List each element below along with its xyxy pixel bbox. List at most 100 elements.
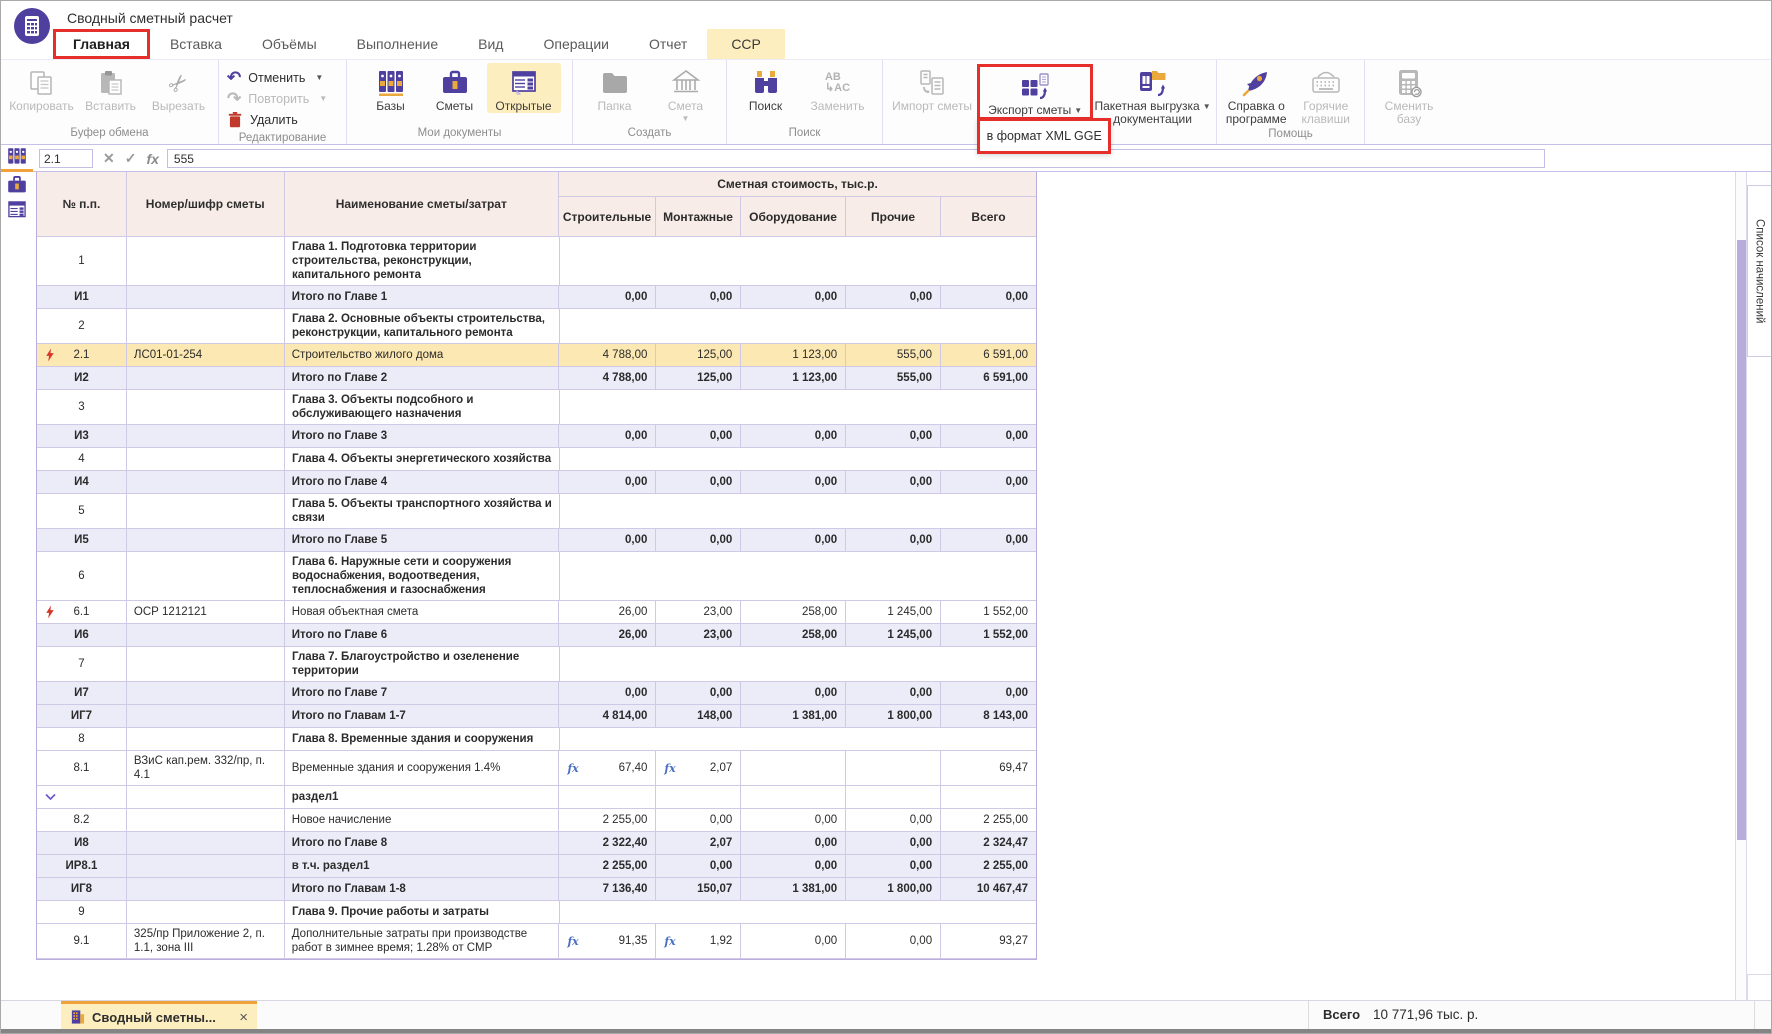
row-num-cell[interactable]: 8 — [37, 728, 127, 751]
estimate-code-cell[interactable] — [127, 786, 285, 809]
close-tab-icon[interactable]: × — [239, 1009, 248, 1026]
value-cell[interactable]: 1 123,00 — [741, 367, 846, 390]
estimate-code-cell[interactable]: ЛС01-01-254 — [127, 344, 285, 367]
value-cell[interactable]: 1 800,00 — [846, 878, 941, 901]
estimate-code-cell[interactable] — [127, 855, 285, 878]
estimate-name-cell[interactable]: в т.ч. раздел1 — [285, 855, 560, 878]
value-cell[interactable]: 2 324,47 — [941, 832, 1036, 855]
row-num-cell[interactable]: 8.2 — [37, 809, 127, 832]
estimate-code-cell[interactable] — [127, 901, 285, 924]
value-cell[interactable]: fx91,35 — [559, 924, 656, 959]
value-cell[interactable]: 148,00 — [656, 705, 741, 728]
estimate-code-cell[interactable] — [127, 647, 285, 682]
value-cell[interactable]: 4 788,00 — [559, 367, 656, 390]
value-cell[interactable]: 4 814,00 — [559, 705, 656, 728]
search-button[interactable]: Поиск — [733, 63, 799, 113]
undo-button[interactable]: ↶ Отменить ▼ — [223, 67, 342, 88]
estimate-name-cell[interactable]: Глава 2. Основные объекты строительства,… — [285, 309, 560, 344]
value-cell[interactable]: 2 255,00 — [559, 809, 656, 832]
row-num-cell[interactable]: ИГ8 — [37, 878, 127, 901]
chevron-down-icon[interactable]: ▼ — [319, 94, 327, 103]
row-num-cell[interactable]: 2.1 — [37, 344, 127, 367]
row-num-cell[interactable]: И2 — [37, 367, 127, 390]
estimate-name-cell[interactable]: Глава 4. Объекты энергетического хозяйст… — [285, 448, 560, 471]
tab-vid[interactable]: Вид — [458, 29, 523, 59]
value-cell[interactable]: 0,00 — [846, 855, 941, 878]
table-row[interactable]: 3Глава 3. Объекты подсобного и обслужива… — [37, 390, 1036, 425]
estimate-code-cell[interactable] — [127, 552, 285, 601]
value-cell[interactable]: 2 322,40 — [559, 832, 656, 855]
sidebar-tab-open-documents[interactable] — [1, 197, 33, 222]
value-cell[interactable]: 23,00 — [656, 601, 741, 624]
formula-value-input[interactable] — [167, 149, 1545, 168]
table-row[interactable]: 7Глава 7. Благоустройство и озеленение т… — [37, 647, 1036, 682]
function-fx-icon[interactable]: fx — [146, 151, 158, 167]
vertical-scrollbar[interactable] — [1735, 172, 1747, 1000]
tab-glavnaya[interactable]: Главная — [53, 29, 150, 59]
table-row[interactable]: 9Глава 9. Прочие работы и затраты — [37, 901, 1036, 924]
value-cell[interactable]: 7 136,40 — [559, 878, 656, 901]
value-cell[interactable]: 1 381,00 — [741, 705, 846, 728]
value-cell[interactable]: 0,00 — [941, 471, 1036, 494]
tab-vstavka[interactable]: Вставка — [150, 29, 242, 59]
row-num-cell[interactable]: 3 — [37, 390, 127, 425]
row-num-cell[interactable]: ИР8.1 — [37, 855, 127, 878]
empty-cost-cell[interactable] — [560, 448, 1036, 471]
value-cell[interactable] — [941, 786, 1036, 809]
value-cell[interactable] — [559, 786, 656, 809]
row-num-cell[interactable] — [37, 786, 127, 809]
batch-export-button[interactable]: Пакетная выгрузка▼ документации — [1093, 63, 1212, 126]
value-cell[interactable]: 0,00 — [656, 809, 741, 832]
import-estimate-button[interactable]: Импорт сметы — [887, 63, 977, 113]
value-cell[interactable] — [656, 786, 741, 809]
row-num-cell[interactable]: 6 — [37, 552, 127, 601]
value-cell[interactable]: 125,00 — [656, 344, 741, 367]
cell-reference-input[interactable] — [39, 149, 93, 168]
header-name[interactable]: Наименование сметы/затрат — [285, 172, 559, 236]
empty-cost-cell[interactable] — [560, 647, 1036, 682]
estimate-code-cell[interactable] — [127, 471, 285, 494]
value-cell[interactable]: 1 245,00 — [846, 601, 941, 624]
redo-button[interactable]: ↷ Повторить ▼ — [223, 88, 342, 109]
value-cell[interactable]: 0,00 — [941, 425, 1036, 448]
scrollbar-thumb[interactable] — [1737, 240, 1746, 840]
estimate-name-cell[interactable]: раздел1 — [285, 786, 560, 809]
value-cell[interactable]: 0,00 — [741, 471, 846, 494]
estimate-name-cell[interactable]: Итого по Главам 1-7 — [285, 705, 560, 728]
value-cell[interactable]: 0,00 — [741, 682, 846, 705]
table-row[interactable]: И1Итого по Главе 10,000,000,000,000,00 — [37, 286, 1036, 309]
header-code[interactable]: Номер/шифр сметы — [127, 172, 285, 236]
table-row[interactable]: 8.2Новое начисление2 255,000,000,000,002… — [37, 809, 1036, 832]
empty-cost-cell[interactable] — [560, 494, 1036, 529]
table-row[interactable]: ИР8.1в т.ч. раздел12 255,000,000,000,002… — [37, 855, 1036, 878]
row-num-cell[interactable]: 5 — [37, 494, 127, 529]
value-cell[interactable]: 555,00 — [846, 367, 941, 390]
table-row[interactable]: 2.1ЛС01-01-254Строительство жилого дома4… — [37, 344, 1036, 367]
row-num-cell[interactable]: И5 — [37, 529, 127, 552]
value-cell[interactable]: 0,00 — [846, 924, 941, 959]
estimate-name-cell[interactable]: Итого по Главе 3 — [285, 425, 560, 448]
table-row[interactable]: И2Итого по Главе 24 788,00125,001 123,00… — [37, 367, 1036, 390]
estimate-name-cell[interactable]: Дополнительные затраты при производстве … — [285, 924, 560, 959]
row-num-cell[interactable]: 6.1 — [37, 601, 127, 624]
estimate-name-cell[interactable]: Итого по Главе 8 — [285, 832, 560, 855]
cut-button[interactable]: ✂ Вырезать — [144, 63, 214, 113]
estimate-code-cell[interactable] — [127, 448, 285, 471]
copy-button[interactable]: Копировать — [6, 63, 78, 113]
about-button[interactable]: Справка о программе — [1221, 63, 1291, 126]
value-cell[interactable]: 1 381,00 — [741, 878, 846, 901]
estimate-code-cell[interactable] — [127, 425, 285, 448]
value-cell[interactable]: 0,00 — [656, 682, 741, 705]
table-row[interactable]: 9.1325/пр Приложение 2, п. 1.1, зона III… — [37, 924, 1036, 959]
estimate-name-cell[interactable]: Новая объектная смета — [285, 601, 560, 624]
chevron-down-icon[interactable]: ▼ — [1074, 106, 1082, 115]
estimate-name-cell[interactable]: Новое начисление — [285, 809, 560, 832]
value-cell[interactable]: fx1,92 — [656, 924, 741, 959]
value-cell[interactable]: 0,00 — [559, 425, 656, 448]
value-cell[interactable]: 0,00 — [559, 682, 656, 705]
value-cell[interactable]: 0,00 — [941, 529, 1036, 552]
table-row[interactable]: 8.1ВЗиС кап.рем. 332/пр, п. 4.1Временные… — [37, 751, 1036, 786]
value-cell[interactable]: 0,00 — [941, 682, 1036, 705]
value-cell[interactable]: 0,00 — [741, 832, 846, 855]
value-cell[interactable]: fx2,07 — [656, 751, 741, 786]
